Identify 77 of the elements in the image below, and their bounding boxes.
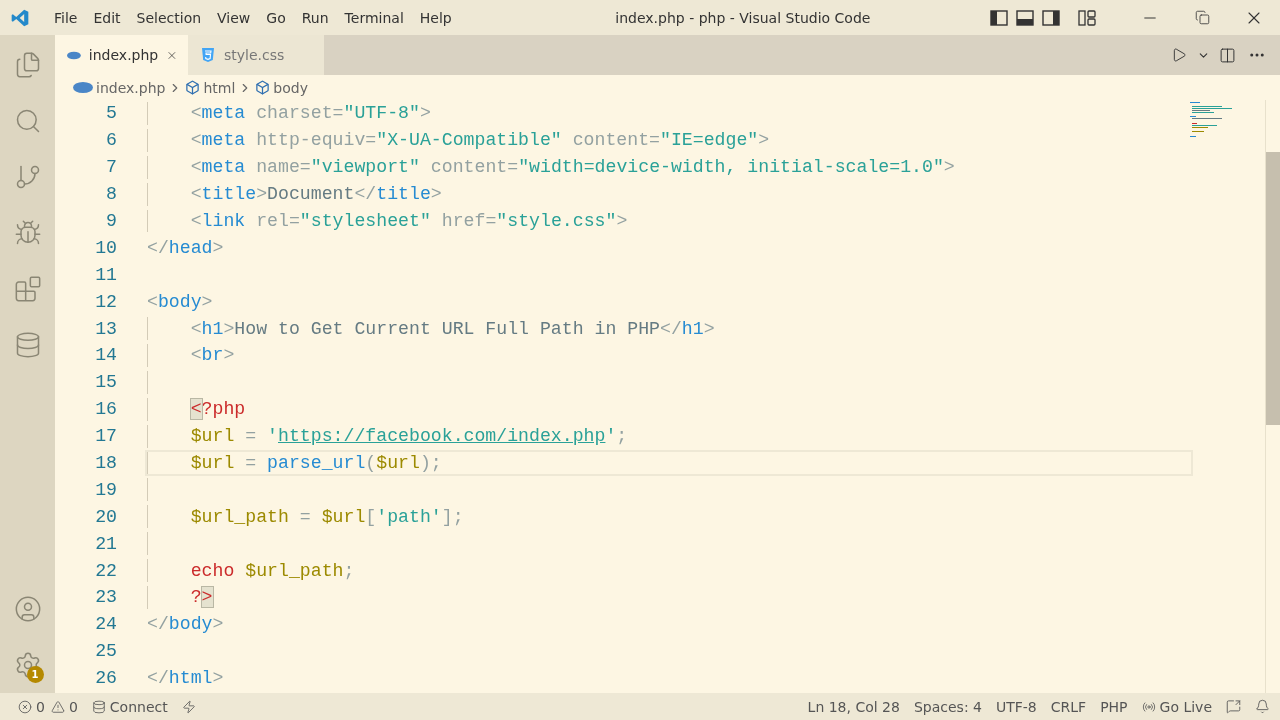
line-number: 15	[94, 372, 118, 393]
line-number: 13	[94, 318, 118, 339]
code-line: echo $url_path;	[190, 560, 355, 581]
breadcrumb-item[interactable]: body	[273, 79, 308, 96]
notification-badge: 1	[26, 666, 44, 683]
menu-item[interactable]: Run	[293, 9, 337, 26]
breadcrumb-item[interactable]: index.php	[96, 79, 166, 96]
code-line: </html>	[147, 668, 224, 689]
error-icon	[18, 699, 32, 714]
menu-item[interactable]: Help	[411, 9, 460, 26]
code-line: <h1>How to Get Current URL Full Path in PHP</h1>	[190, 318, 715, 339]
line-number: 20	[94, 506, 118, 527]
cube-icon	[255, 80, 271, 95]
code-line: <?php	[190, 399, 246, 420]
lightning-icon[interactable]	[181, 699, 196, 714]
editor-tab[interactable]: style.css	[188, 35, 324, 75]
code-line: </head>	[147, 237, 224, 258]
language-mode[interactable]: PHP	[1100, 698, 1128, 715]
encoding[interactable]: UTF-8	[995, 698, 1037, 715]
line-ending[interactable]: CRLF	[1050, 698, 1087, 715]
menu-item[interactable]: Selection	[128, 9, 210, 26]
cursor-position[interactable]: Ln 18, Col 28	[807, 698, 900, 715]
database-icon	[91, 699, 106, 714]
broadcast-icon	[1141, 699, 1156, 714]
line-number: 9	[105, 211, 118, 231]
line-number: 16	[94, 399, 118, 420]
line-number: 24	[94, 614, 118, 635]
code-line: <br>	[190, 345, 235, 366]
editor-tab[interactable]: index.php	[55, 35, 188, 75]
code-line: <body>	[147, 291, 213, 312]
code-line: <meta name="viewport" content="width=device-width, initial-scale=1.0">	[190, 157, 955, 178]
menu-item[interactable]: File	[46, 9, 86, 26]
line-number: 10	[94, 237, 118, 258]
window-title: index.php - php - Visual Studio Code	[614, 9, 872, 26]
code-line: $url = parse_url($url);	[190, 453, 442, 473]
code-line: $url = 'https://facebook.com/index.php';	[190, 426, 628, 447]
line-number: 5	[105, 103, 118, 124]
line-number: 19	[94, 479, 118, 500]
feedback-icon[interactable]	[1226, 699, 1241, 714]
code-line: </body>	[147, 614, 224, 635]
line-number: 11	[94, 264, 118, 285]
menu-item[interactable]: Terminal	[336, 9, 412, 26]
css-file-icon	[200, 47, 216, 63]
code-line: <meta charset="UTF-8">	[190, 103, 431, 124]
line-number: 18	[94, 453, 118, 473]
code-line: <meta http-equiv="X-UA-Compatible" content="IE=edge">	[190, 130, 770, 151]
code-line: ?>	[190, 587, 213, 608]
cube-icon	[185, 80, 201, 95]
app-logo-icon	[10, 7, 30, 28]
line-number: 12	[94, 291, 118, 312]
line-number: 14	[94, 345, 118, 366]
error-count[interactable]: 0	[18, 698, 45, 715]
warning-icon	[50, 699, 65, 714]
warning-count[interactable]: 0	[50, 698, 78, 715]
menu-item[interactable]: Edit	[85, 9, 129, 26]
line-number: 8	[105, 184, 118, 205]
line-number: 26	[94, 668, 118, 689]
code-line: <link rel="stylesheet" href="style.css">	[190, 211, 628, 231]
connect-button[interactable]: Connect	[91, 698, 168, 715]
line-number: 17	[94, 426, 118, 447]
line-number: 21	[94, 533, 118, 554]
code-line: $url_path = $url['path'];	[190, 506, 464, 527]
php-file-icon	[67, 49, 81, 61]
indentation[interactable]: Spaces: 4	[913, 698, 982, 715]
line-number: 22	[94, 560, 118, 581]
bell-icon[interactable]	[1255, 699, 1270, 714]
line-number: 6	[105, 130, 118, 151]
line-number: 23	[94, 587, 118, 608]
breadcrumb-item[interactable]: html	[203, 79, 236, 96]
scrollbar-thumb[interactable]	[1266, 152, 1280, 425]
line-number: 7	[105, 157, 118, 178]
menu-item[interactable]: Go	[258, 9, 294, 26]
line-number: 25	[94, 641, 118, 662]
go-live-button[interactable]: Go Live	[1141, 698, 1212, 715]
menu-item[interactable]: View	[209, 9, 259, 26]
code-line: <title>Document</title>	[190, 184, 442, 205]
php-file-icon	[73, 82, 93, 93]
